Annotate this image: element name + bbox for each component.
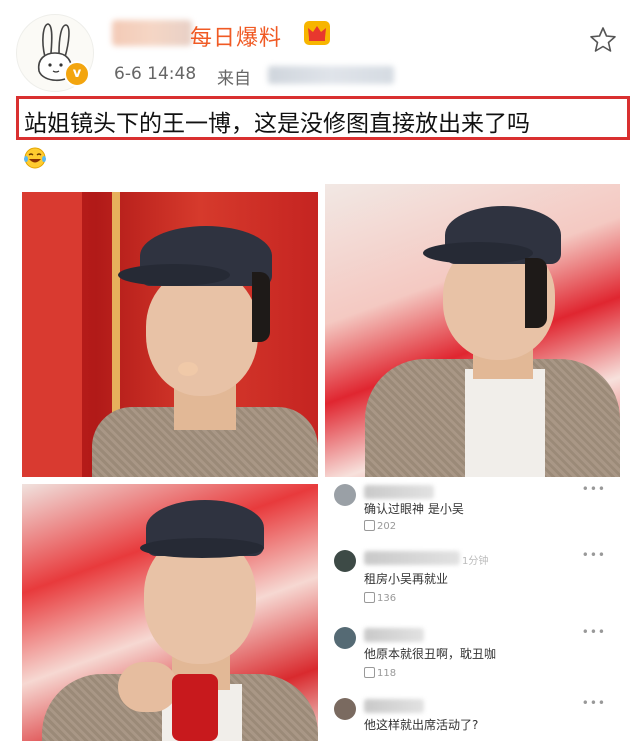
cap-brim [140, 538, 264, 558]
comment-text: 租房小吴再就业 [364, 572, 449, 586]
comment-4[interactable]: ••• 他这样就出席活动了? [334, 696, 620, 741]
red-can [172, 674, 218, 741]
comment-1[interactable]: ••• 确认过眼神 是小吴 202 [334, 482, 620, 534]
laugh-cry-emoji-icon [22, 146, 48, 170]
comment-avatar[interactable] [334, 550, 356, 572]
more-dots-icon[interactable]: ••• [582, 696, 606, 710]
like-count: 136 [377, 593, 397, 604]
comment-text: 他原本就很丑啊，耽丑咖 [364, 647, 497, 661]
person-face [146, 270, 258, 396]
comment-avatar[interactable] [334, 484, 356, 506]
verified-badge: v [64, 61, 90, 87]
comment-text: 他这样就出席活动了? [364, 718, 479, 732]
comment-username-redacted [364, 485, 434, 499]
hair [525, 258, 547, 328]
source-label: 来自 [217, 69, 251, 89]
comment-username-redacted [364, 699, 424, 713]
comment-time: 1分钟 [462, 556, 489, 567]
photo-backdrop-text [22, 192, 82, 477]
cap-brim [118, 264, 230, 286]
more-dots-icon[interactable]: ••• [582, 482, 606, 496]
comment-username-redacted [364, 551, 460, 565]
like-count: 202 [377, 521, 397, 532]
star-outline-icon[interactable] [588, 25, 618, 55]
post-image-3[interactable] [22, 484, 318, 741]
comment-3[interactable]: ••• 他原本就很丑啊，耽丑咖 118 [334, 625, 620, 683]
comment-avatar[interactable] [334, 698, 356, 720]
more-dots-icon[interactable]: ••• [582, 548, 606, 562]
username-redacted [112, 20, 192, 46]
person-shirt [465, 369, 545, 477]
comment-like[interactable]: 136 [364, 592, 396, 604]
comment-like[interactable]: 118 [364, 667, 396, 679]
cap-brim [423, 242, 533, 264]
like-count: 118 [377, 668, 397, 679]
comment-username-redacted [364, 628, 424, 642]
source-redacted [268, 66, 394, 84]
post-caption: 站姐镜头下的王一博，这是没修图直接放出来了吗 [24, 111, 530, 137]
post-timestamp: 6-6 14:48 [114, 64, 197, 84]
comment-like[interactable]: 202 [364, 520, 396, 532]
post-image-1[interactable] [22, 192, 318, 477]
thumb-up-icon [364, 520, 375, 531]
more-dots-icon[interactable]: ••• [582, 625, 606, 639]
comment-avatar[interactable] [334, 627, 356, 649]
hair [252, 272, 270, 342]
account-name[interactable]: 每日爆料 [190, 20, 282, 52]
thumb-up-icon [364, 667, 375, 678]
post-image-2[interactable] [325, 184, 620, 477]
headset-mic [178, 362, 198, 376]
person-hand [118, 662, 178, 712]
crown-icon [303, 20, 331, 46]
thumb-up-icon [364, 592, 375, 603]
comment-text: 确认过眼神 是小吴 [364, 502, 464, 516]
comment-2[interactable]: 1分钟 ••• 租房小吴再就业 136 [334, 548, 620, 608]
